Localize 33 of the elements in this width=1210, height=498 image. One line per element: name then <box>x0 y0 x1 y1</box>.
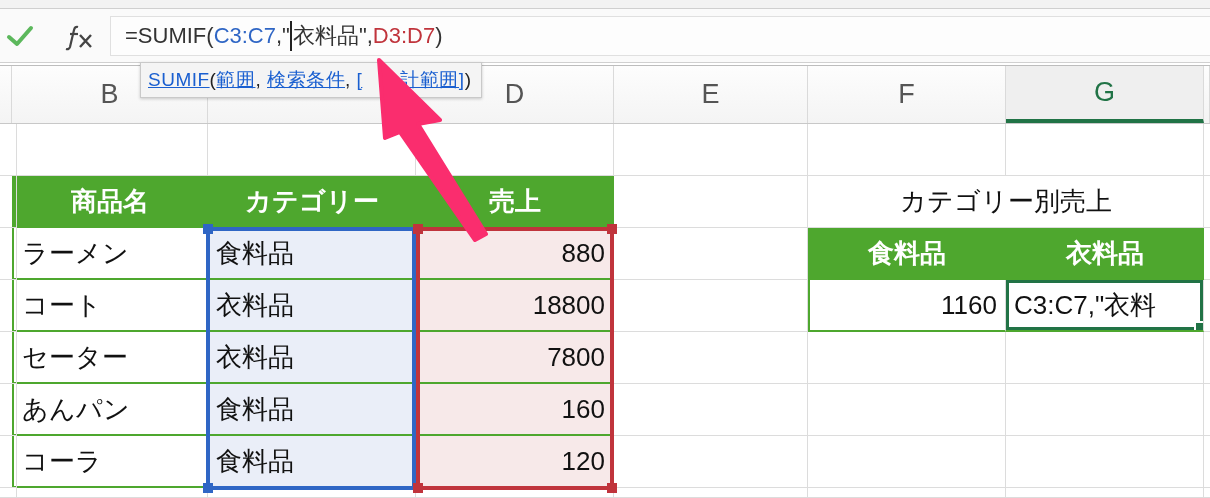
formula-field[interactable]: =SUMIF(C3:C7,"衣料品",D3:D7) <box>110 15 1210 56</box>
table-cell: ラーメン <box>12 228 208 280</box>
empty-cell <box>0 228 17 280</box>
empty-cell <box>0 176 17 228</box>
empty-cell <box>0 488 17 498</box>
range-handle[interactable] <box>413 483 423 493</box>
column-title: 商品名 <box>12 176 208 228</box>
empty-cell <box>0 436 17 488</box>
range-handle[interactable] <box>413 224 423 234</box>
range-handle[interactable] <box>203 483 213 493</box>
column-header[interactable]: E <box>614 66 808 123</box>
empty-cell <box>0 280 17 332</box>
range-handle[interactable] <box>607 483 617 493</box>
argument-link[interactable]: SUMIF <box>148 69 210 90</box>
argument-link[interactable]: 範囲 <box>216 69 256 90</box>
empty-cell <box>0 384 17 436</box>
column-title: 食料品 <box>808 228 1006 280</box>
active-cell[interactable]: C3:C7,"衣料 <box>1006 280 1204 332</box>
table-cell: セーター <box>12 332 208 384</box>
table-cell: あんパン <box>12 384 208 436</box>
argument-link[interactable]: [ <box>356 69 363 90</box>
fill-handle[interactable] <box>1194 321 1203 330</box>
argument-link[interactable]: 検索条件 <box>267 69 345 90</box>
check-icon[interactable] <box>6 23 34 48</box>
empty-cell <box>0 124 17 176</box>
column-title: カテゴリー <box>208 176 416 228</box>
table-cell: コート <box>12 280 208 332</box>
column-title: 衣料品 <box>1006 228 1204 280</box>
range-handle[interactable] <box>607 224 617 234</box>
range-handle[interactable] <box>203 224 213 234</box>
column-header[interactable]: G <box>1006 66 1204 123</box>
table-cell: 1160 <box>808 280 1006 332</box>
empty-cell <box>0 332 17 384</box>
